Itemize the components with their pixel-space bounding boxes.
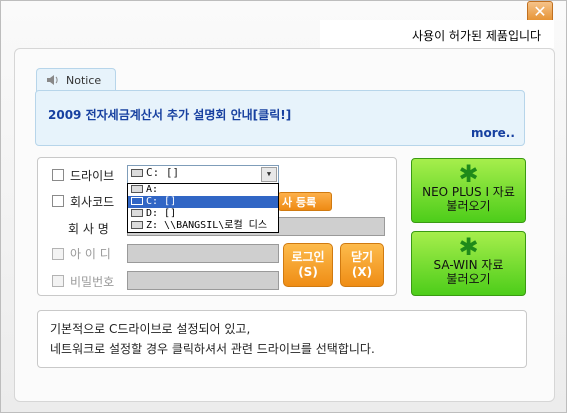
password-checkbox[interactable] [52,275,64,287]
info-line-1: 기본적으로 C드라이브로 설정되어 있고, [50,322,251,336]
drive-option-z[interactable]: Z: \\BANGSIL\로컬 디스 [128,220,278,232]
drive-label: 드라이브 [70,169,115,183]
neo-plus-button-subtitle: 불러오기 [446,199,491,213]
sa-win-import-button[interactable]: ✱ SA-WIN 자료 불러오기 [411,231,526,296]
password-input[interactable] [127,271,279,290]
id-checkbox[interactable] [52,248,64,260]
sa-win-button-title: SA-WIN 자료 [433,258,504,272]
drive-icon [131,197,143,205]
notice-more-link[interactable]: more.. [471,126,515,140]
drive-select-value: C: [] [146,166,180,179]
close-button-shortcut: (X) [351,265,373,279]
drive-option-a[interactable]: A: [128,184,278,196]
company-code-label: 회사코드 [70,195,115,209]
drive-checkbox[interactable] [52,169,64,181]
notice-tab-label: Notice [66,74,102,87]
company-code-checkbox[interactable] [52,195,64,207]
drive-dropdown-list[interactable]: A: C: [] D: [] Z: \\BANGSIL\로컬 디스 [127,183,279,233]
close-button[interactable]: 닫기 (X) [340,243,384,287]
drive-icon [131,185,143,193]
close-button-label: 닫기 [350,250,374,264]
chevron-down-icon[interactable]: ▼ [261,167,277,182]
id-label: 아 이 디 [70,247,111,261]
drive-option-d[interactable]: D: [] [128,208,278,220]
drive-select[interactable]: C: [] ▼ [127,165,279,184]
network-drive-icon [131,221,143,229]
info-line-2: 네트워크로 설정할 경우 클릭하셔서 관련 드라이브를 선택합니다. [50,342,375,356]
license-status-text: 사용이 허가된 제품입니다 [412,29,542,43]
register-button[interactable]: 사 등록 [278,192,332,211]
drive-option-c[interactable]: C: [] [128,196,278,208]
notice-link[interactable]: 2009 전자세금계산서 추가 설명회 안내[클릭!] [48,106,291,123]
drive-icon [131,209,143,217]
password-label: 비밀번호 [70,275,115,289]
login-button-shortcut: (S) [298,265,318,279]
info-box [37,310,527,368]
asterisk-icon: ✱ [458,160,479,188]
drive-icon [131,169,143,177]
asterisk-icon: ✱ [458,233,479,261]
sa-win-button-subtitle: 불러오기 [446,272,491,286]
company-name-label: 회 사 명 [68,222,109,236]
id-input[interactable] [127,244,279,263]
neo-plus-import-button[interactable]: ✱ NEO PLUS I 자료 불러오기 [411,158,526,223]
neo-plus-button-title: NEO PLUS I 자료 [422,185,515,199]
login-button[interactable]: 로그인 (S) [283,243,333,287]
speaker-icon [47,75,58,85]
login-button-label: 로그인 [291,250,325,264]
